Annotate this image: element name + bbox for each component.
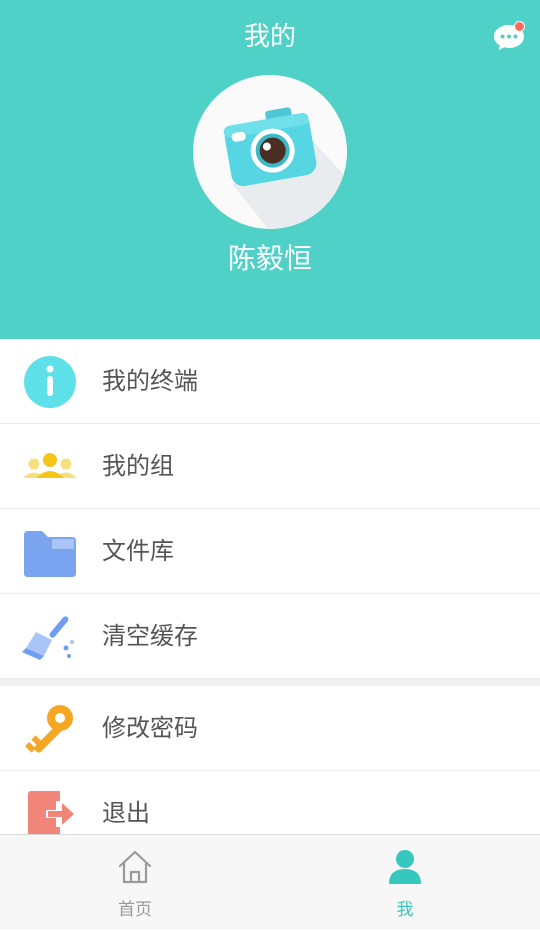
broom-icon <box>22 616 74 660</box>
menu-item-my-groups[interactable]: 我的组 <box>0 424 540 509</box>
section-divider <box>0 679 540 686</box>
tab-me-label: 我 <box>396 900 414 920</box>
notification-dot <box>514 21 525 32</box>
menu-group-main: 我的终端 我的组 文件库 清空缓存 <box>0 339 540 679</box>
menu-item-label: 我的终端 <box>102 367 198 395</box>
page-title: 我的 <box>243 22 296 52</box>
avatar[interactable] <box>193 75 347 229</box>
tab-bar: 首页 我 <box>0 834 540 930</box>
info-icon <box>24 356 76 408</box>
folder-icon <box>24 531 76 577</box>
key-icon <box>25 705 73 753</box>
menu-item-label: 清空缓存 <box>102 622 198 650</box>
tab-home-label: 首页 <box>118 900 152 920</box>
menu-item-label: 修改密码 <box>102 714 198 742</box>
menu-item-file-library[interactable]: 文件库 <box>0 509 540 594</box>
tab-me[interactable]: 我 <box>270 835 540 931</box>
camera-icon <box>193 75 347 229</box>
group-users-icon <box>23 453 77 478</box>
menu-item-clear-cache[interactable]: 清空缓存 <box>0 594 540 679</box>
menu-item-label: 我的组 <box>102 452 174 480</box>
menu-item-change-password[interactable]: 修改密码 <box>0 686 540 771</box>
username: 陈毅恒 <box>227 242 312 275</box>
home-icon <box>118 850 152 884</box>
exit-icon <box>28 791 74 837</box>
menu-group-account: 修改密码 退出 <box>0 686 540 856</box>
profile-header: 我的 陈毅恒 <box>0 0 540 339</box>
menu-item-my-terminals[interactable]: 我的终端 <box>0 339 540 424</box>
tab-home[interactable]: 首页 <box>0 835 270 931</box>
menu-item-label: 文件库 <box>102 537 174 565</box>
person-icon <box>389 850 421 884</box>
